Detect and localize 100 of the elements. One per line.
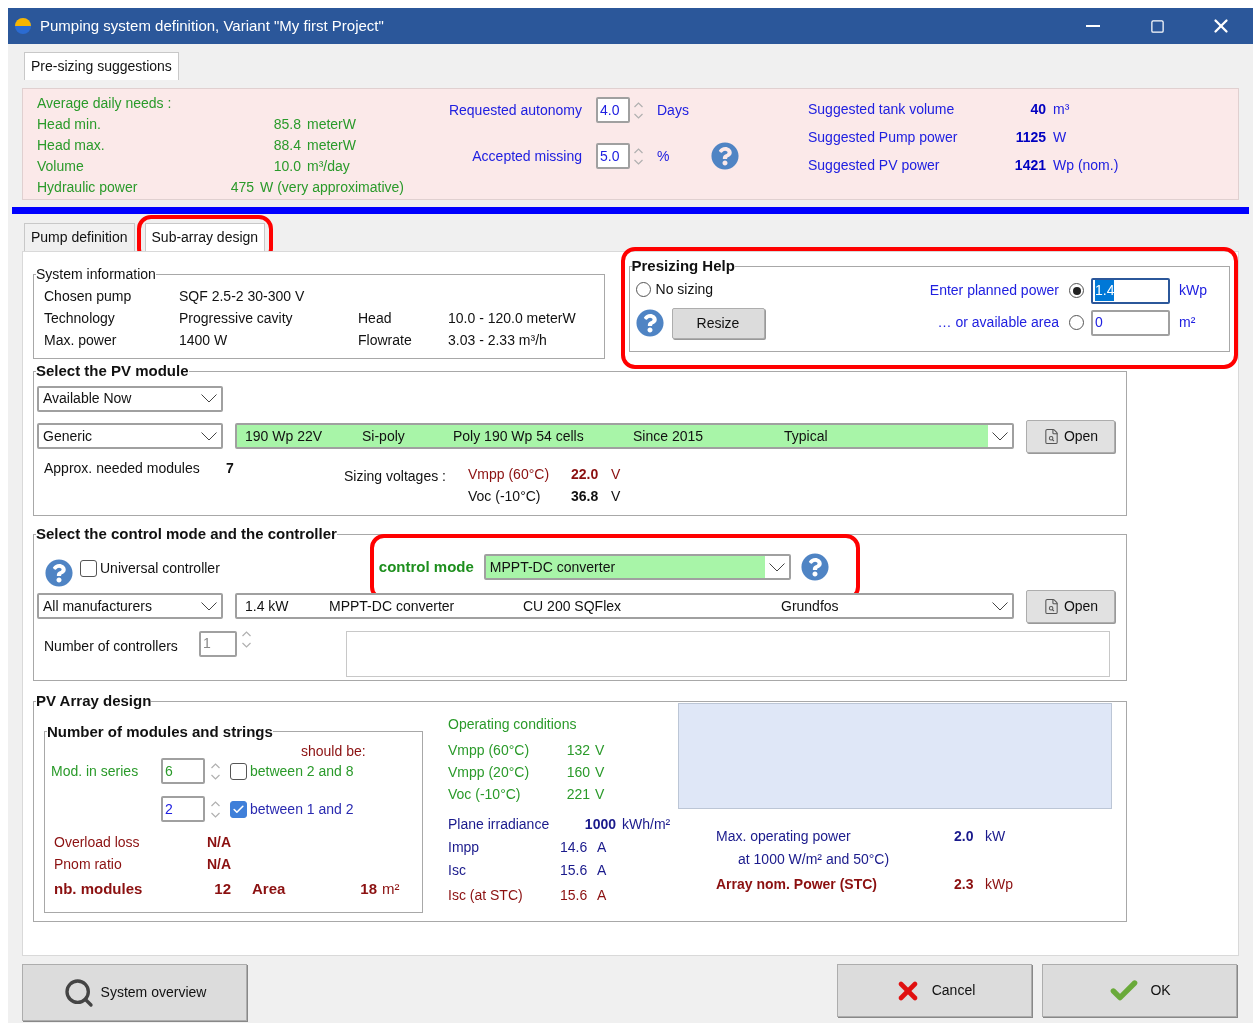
sizing-label: Sizing voltages :: [344, 466, 447, 486]
suggestion-unit: Wp (nom.): [1053, 156, 1119, 175]
needs-label: Head min.: [37, 115, 102, 134]
radio-button[interactable]: [1069, 315, 1084, 330]
parameter-unit: Days: [657, 100, 690, 120]
option-label: Enter planned power: [928, 281, 1059, 300]
number-field[interactable]: 5.0: [596, 143, 630, 169]
module-spec: Si-poly: [362, 426, 406, 446]
voltage-label: Voc (-10°C): [468, 486, 542, 506]
checkbox[interactable]: [80, 559, 97, 577]
suggestion-unit: W: [1053, 128, 1067, 147]
operating-unit: V: [595, 762, 605, 782]
operating-label: Vmpp (20°C): [448, 762, 531, 782]
app-icon: [14, 17, 32, 35]
series-label: Mod. in series: [51, 761, 140, 781]
group-title: PV Array design: [36, 691, 152, 711]
number-field[interactable]: 6: [161, 758, 205, 784]
voltage-value: 36.8: [571, 486, 600, 506]
max-power-condition: at 1000 W/m² and 50°C): [737, 849, 891, 869]
module-dropdown[interactable]: 190 Wp 22V Si-poly Poly 190 Wp 54 cells Since 2015 Typical: [235, 423, 1014, 449]
dropdown-value: MPPT-DC converter: [489, 557, 616, 577]
ok-button[interactable]: OK: [1042, 964, 1237, 1017]
voltage-value: 22.0: [571, 464, 600, 484]
nominal-power-label: Array nom. Power (STC): [716, 874, 879, 894]
current-value: 15.6: [560, 885, 589, 905]
info-label: Flowrate: [358, 331, 413, 350]
open-button[interactable]: Open: [1026, 589, 1115, 623]
info-label: Max. power: [44, 331, 118, 350]
open-button[interactable]: Open: [1026, 419, 1115, 453]
needs-value: 10.0: [272, 157, 301, 176]
info-value: SQF 2.5-2 30-300 V: [179, 287, 306, 306]
window-title: Pumping system definition, Variant "My first Project": [40, 15, 384, 36]
option-unit: m²: [1179, 313, 1197, 332]
number-field[interactable]: 4.0: [596, 97, 630, 123]
chevron-down-icon: [992, 431, 1008, 441]
chevron-down-icon: [201, 394, 217, 403]
area-unit: m²: [382, 879, 400, 899]
manufacturer-dropdown[interactable]: All manufacturers: [37, 593, 223, 619]
availability-dropdown[interactable]: Available Now: [37, 385, 223, 412]
resize-button[interactable]: Resize: [671, 307, 765, 339]
help-icon[interactable]: [800, 553, 829, 581]
document-search-icon: [1042, 597, 1060, 615]
group-title: System information: [36, 265, 156, 284]
info-value: Progressive cavity: [179, 309, 294, 328]
tab[interactable]: Pre-sizing suggestions: [24, 52, 179, 80]
needed-modules-label: Approx. needed modules: [44, 458, 201, 478]
chevron-down-icon: [201, 601, 217, 611]
radio-button[interactable]: [1069, 283, 1084, 298]
max-power-unit: kW: [985, 826, 1006, 846]
checkbox[interactable]: [230, 800, 247, 818]
section-heading: Average daily needs :: [37, 94, 173, 113]
help-icon[interactable]: [45, 559, 73, 587]
controller-spec: CU 200 SQFlex: [523, 596, 623, 616]
suggestion-value: 1125: [1014, 128, 1046, 147]
dropdown-value: Available Now: [43, 389, 132, 408]
voltage-label: Vmpp (60°C): [468, 464, 551, 484]
dropdown-value: Generic: [43, 426, 93, 446]
checkbox[interactable]: [230, 762, 247, 780]
voltage-unit: V: [611, 464, 621, 484]
range-hint: between 2 and 8: [250, 761, 354, 781]
tab[interactable]: Sub-array design: [144, 223, 266, 251]
current-label: Isc: [448, 860, 467, 880]
radio-button[interactable]: [635, 281, 651, 297]
control-mode-label: control mode: [378, 556, 474, 577]
tab[interactable]: Pump definition: [24, 223, 135, 251]
number-field[interactable]: 2: [161, 796, 205, 822]
suggestion-label: Suggested tank volume: [808, 100, 956, 119]
control-mode-dropdown[interactable]: MPPT-DC converter: [483, 554, 791, 580]
nominal-power-value: 2.3: [954, 874, 975, 894]
controller-dropdown[interactable]: 1.4 kW MPPT-DC converter CU 200 SQFlex Grundfos: [235, 593, 1014, 619]
needs-label: Hydraulic power: [37, 178, 139, 197]
needs-unit: m³/day: [307, 157, 350, 176]
max-power-value: 2.0: [954, 826, 975, 846]
value-field[interactable]: 0: [1091, 309, 1170, 336]
result-label: Overload loss: [54, 833, 141, 852]
voltage-unit: V: [611, 486, 621, 506]
maximize-icon: [1149, 18, 1165, 34]
cancel-button[interactable]: Cancel: [837, 964, 1032, 1017]
group-title: Select the PV module: [36, 361, 189, 381]
modules-count-value: 12: [213, 879, 231, 899]
number-field[interactable]: 1: [199, 630, 237, 657]
system-overview-button[interactable]: System overview: [22, 964, 247, 1021]
manufacturer-dropdown[interactable]: Generic: [37, 423, 223, 449]
group-title: Number of modules and strings: [47, 721, 273, 742]
controllers-count-label: Number of controllers: [44, 636, 179, 656]
info-label: Technology: [44, 309, 116, 328]
result-value: N/A: [205, 855, 231, 874]
operating-heading: Operating conditions: [448, 714, 578, 734]
operating-value: 221: [565, 784, 590, 804]
help-icon[interactable]: [711, 142, 739, 170]
current-unit: A: [597, 885, 607, 905]
needs-value: 85.8: [272, 115, 301, 134]
option-unit: kWp: [1179, 281, 1208, 300]
help-icon[interactable]: [635, 309, 664, 337]
module-spec: Poly 190 Wp 54 cells: [453, 426, 585, 446]
operating-unit: V: [595, 740, 605, 760]
dropdown-value: All manufacturers: [43, 596, 152, 616]
document-search-icon: [1042, 427, 1060, 445]
value-field[interactable]: 1.4: [1091, 277, 1170, 304]
option-label: … or available area: [936, 313, 1059, 332]
